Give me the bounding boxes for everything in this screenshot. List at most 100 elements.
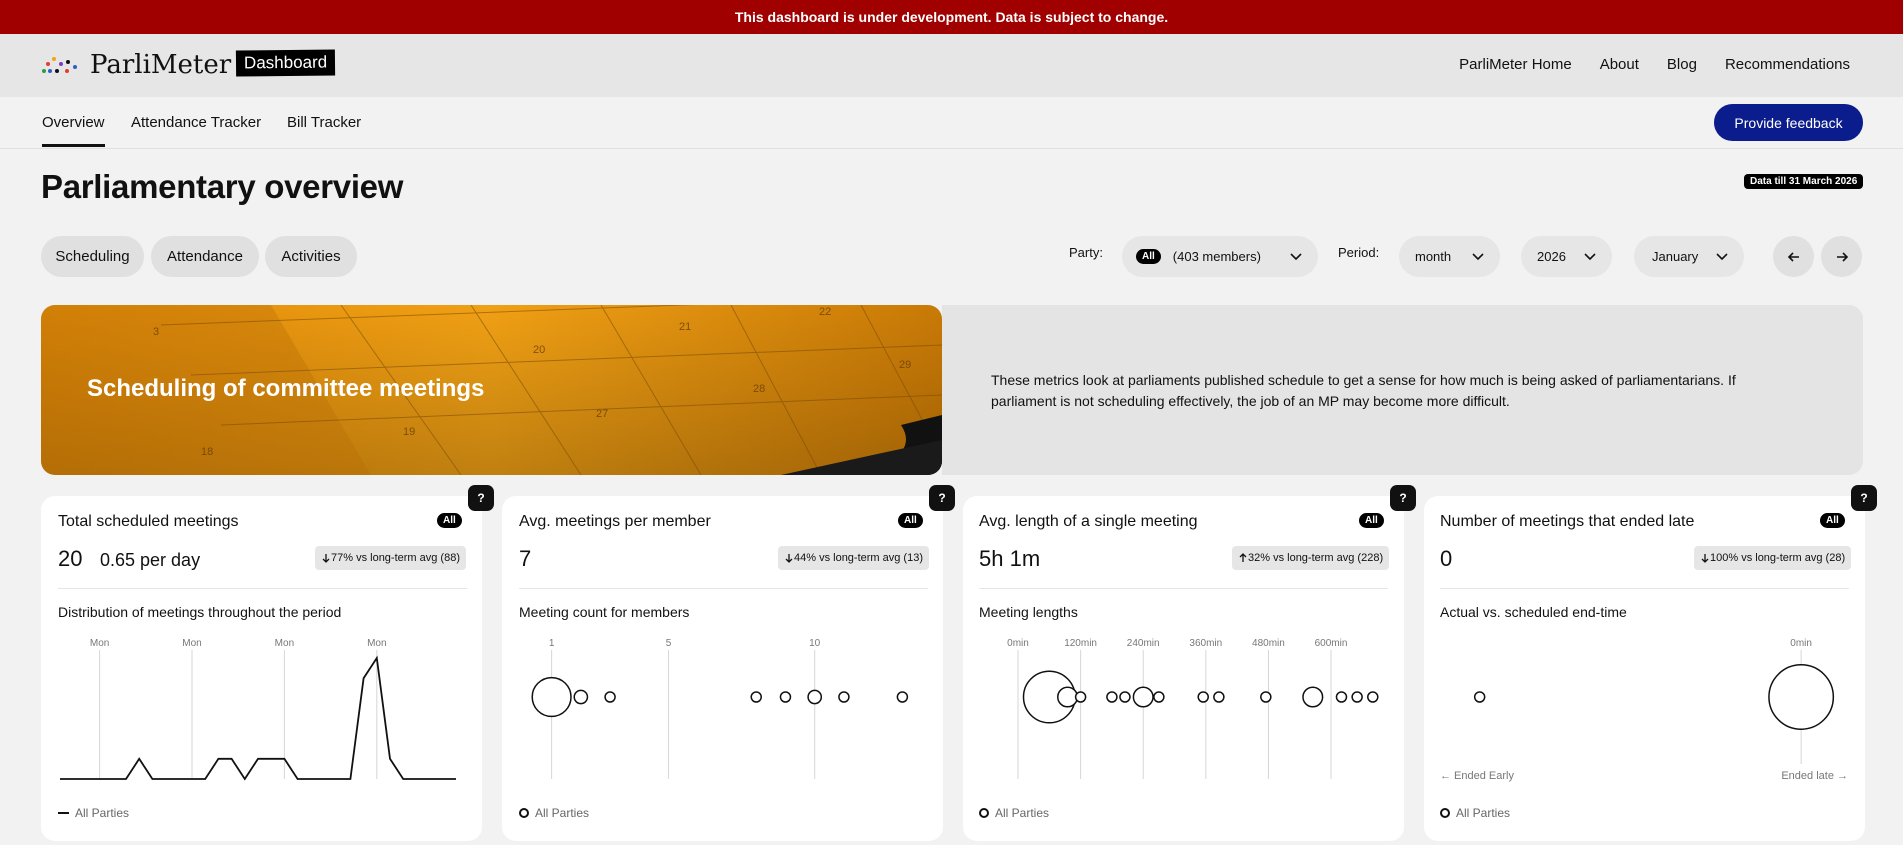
section-tab-attendance[interactable]: Attendance (151, 236, 259, 277)
x-tick-label: Mon (182, 638, 201, 649)
card-value: 20 (58, 546, 83, 571)
arrow-left-icon (1787, 251, 1799, 262)
data-point (1335, 691, 1348, 703)
data-point (896, 691, 909, 703)
legend-circle-swatch (1440, 808, 1450, 818)
all-chip: All (1359, 513, 1384, 528)
chart-legend: All Parties (1440, 806, 1510, 820)
data-point (1106, 691, 1118, 703)
chevron-down-icon (1290, 253, 1302, 261)
tab-bill-tracker[interactable]: Bill Tracker (287, 114, 361, 131)
meetings-distribution-chart: Mon Mon Mon Mon (60, 638, 456, 781)
data-point (1132, 686, 1154, 708)
tab-overview[interactable]: Overview (42, 114, 105, 147)
all-chip: All (1820, 513, 1845, 528)
period-select[interactable]: month (1399, 236, 1500, 277)
data-point (1213, 691, 1225, 703)
hero-image-number: 22 (819, 306, 831, 318)
legend-label: All Parties (1456, 806, 1511, 820)
chart-subtitle: Distribution of meetings throughout the … (58, 604, 342, 620)
chevron-down-icon (1584, 253, 1596, 261)
tab-attendance-tracker[interactable]: Attendance Tracker (131, 114, 261, 131)
arrow-down-icon (785, 554, 793, 563)
provide-feedback-button[interactable]: Provide feedback (1714, 104, 1863, 141)
nav-recommendations[interactable]: Recommendations (1725, 56, 1850, 73)
hero-description: These metrics look at parliaments publis… (991, 372, 1736, 409)
x-tick-label: 5 (666, 638, 672, 649)
comparison-text: 77% vs long-term avg (88) (331, 552, 460, 564)
help-button[interactable]: ? (1390, 485, 1416, 511)
data-point (1351, 691, 1363, 703)
arrow-right-icon (1836, 251, 1848, 262)
hero-image-number: 19 (403, 426, 415, 438)
x-tick-label: Mon (275, 638, 294, 649)
x-tick-label: 1 (549, 638, 555, 649)
next-period-button[interactable] (1821, 236, 1862, 277)
chart-subtitle: Actual vs. scheduled end-time (1440, 604, 1627, 620)
hero-image-number: 20 (533, 344, 545, 356)
card-value: 7 (519, 546, 532, 571)
comparison-text: 100% vs long-term avg (28) (1710, 552, 1846, 564)
nav-blog[interactable]: Blog (1667, 56, 1697, 73)
meeting-count-chart: 1 5 10 (531, 638, 909, 779)
help-button[interactable]: ? (1851, 485, 1877, 511)
hero-image-number: 21 (679, 321, 691, 333)
card-title: Avg. meetings per member (519, 513, 711, 530)
nav-home[interactable]: ParliMeter Home (1459, 56, 1572, 73)
x-tick-label: 10 (809, 638, 821, 649)
hero-image-number: 28 (753, 383, 765, 395)
data-point (604, 691, 616, 703)
x-tick-label: Mon (90, 638, 109, 649)
data-point (1153, 691, 1165, 703)
chart-legend: All Parties (519, 806, 589, 820)
all-chip: All (437, 513, 462, 528)
x-tick-label: 480min (1252, 638, 1285, 649)
party-select[interactable]: All (403 members) (1122, 236, 1318, 277)
year-select[interactable]: 2026 (1521, 236, 1612, 277)
x-tick-label: 0min (1007, 638, 1029, 649)
year-select-value: 2026 (1537, 249, 1566, 264)
x-tick-label: Mon (367, 638, 386, 649)
data-point (1197, 691, 1209, 703)
data-point (1074, 691, 1087, 703)
dashboard-badge: Dashboard (235, 49, 336, 77)
hero-image-number: 18 (201, 446, 213, 458)
section-tab-activities[interactable]: Activities (265, 236, 357, 277)
help-button[interactable]: ? (929, 485, 955, 511)
hero-image-number: 3 (153, 326, 159, 338)
card-title: Total scheduled meetings (58, 513, 239, 530)
top-nav: ParliMeter Home About Blog Recommendatio… (1459, 56, 1850, 73)
legend-label: All Parties (535, 806, 590, 820)
card-divider (519, 588, 928, 589)
nav-about[interactable]: About (1600, 56, 1639, 73)
x-tick-label: 360min (1189, 638, 1222, 649)
end-time-chart: 0min ← Ended Early Ended late → (1440, 638, 1848, 782)
card-divider (58, 588, 467, 589)
legend-label: All Parties (995, 806, 1050, 820)
x-tick-label: 120min (1064, 638, 1097, 649)
card-value: 5h 1m (979, 546, 1041, 571)
hero-image-number: 27 (596, 408, 608, 420)
help-button[interactable]: ? (468, 485, 494, 511)
data-date-badge: Data till 31 March 2026 (1744, 174, 1864, 189)
month-select[interactable]: January (1634, 236, 1744, 277)
legend-circle-swatch (979, 808, 989, 818)
x-tick-label: 240min (1127, 638, 1160, 649)
previous-period-button[interactable] (1773, 236, 1814, 277)
data-point (1367, 691, 1379, 703)
section-tab-scheduling[interactable]: Scheduling (41, 236, 144, 277)
arrow-up-icon (1239, 553, 1247, 562)
data-point (1768, 664, 1835, 730)
chevron-down-icon (1472, 253, 1484, 261)
legend-circle-swatch (519, 808, 529, 818)
x-tick-label: 600min (1315, 638, 1348, 649)
sub-nav-bar (0, 97, 1903, 149)
arrow-down-icon (1701, 554, 1709, 563)
card-secondary-value: 0.65 per day (100, 550, 201, 570)
chart-legend: All Parties (58, 806, 129, 820)
party-select-value: (403 members) (1172, 249, 1261, 264)
data-point (779, 691, 792, 703)
card-title: Avg. length of a single meeting (979, 513, 1198, 530)
chart-legend: All Parties (979, 806, 1049, 820)
logo[interactable]: ParliMeter (40, 50, 231, 80)
